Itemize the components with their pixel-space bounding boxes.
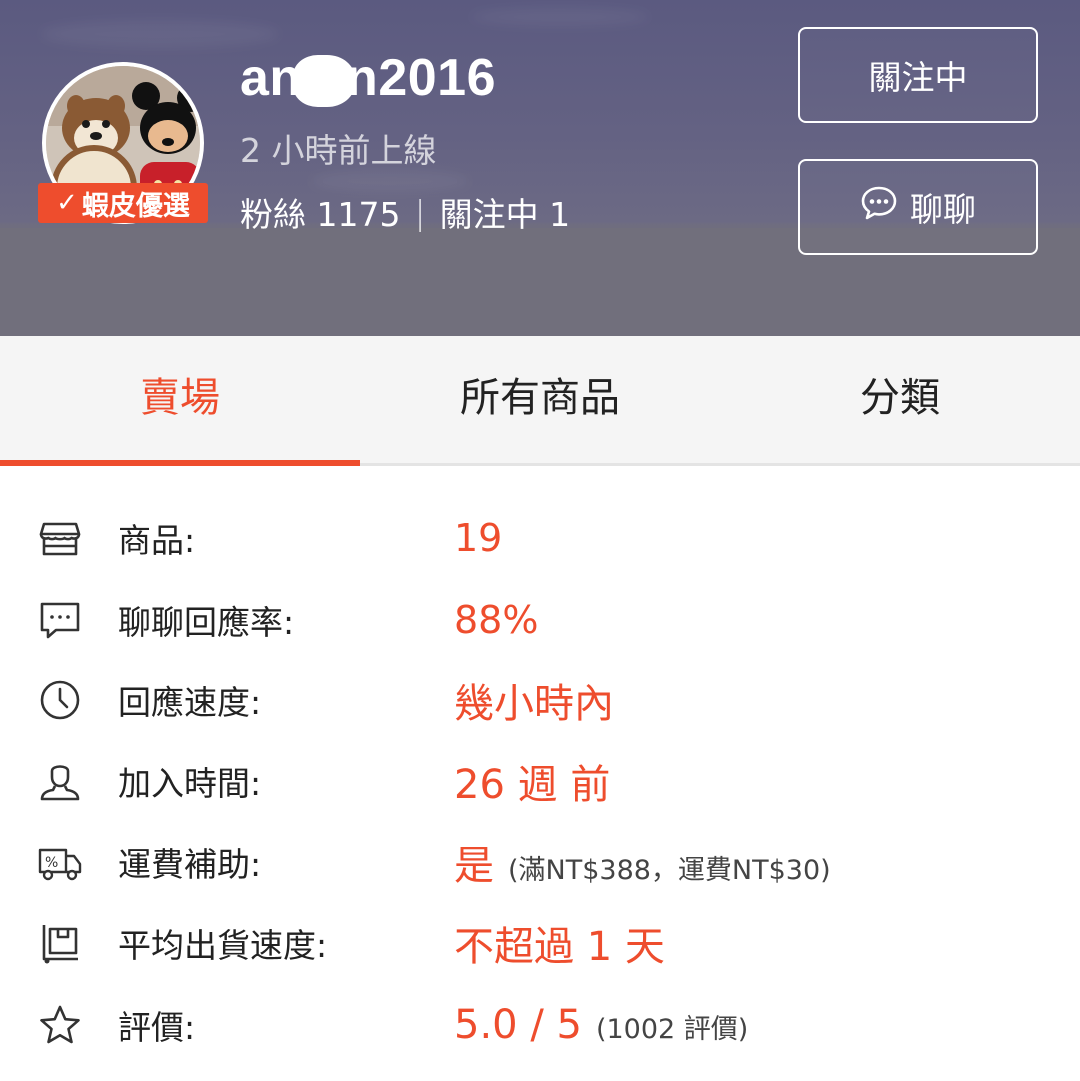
chat-icon	[860, 185, 898, 229]
shop-username: an an2016	[240, 49, 496, 107]
products-value: 19	[454, 516, 503, 560]
user-icon	[38, 759, 82, 803]
badge-label: 蝦皮優選	[81, 190, 190, 222]
following-label: 關注中	[439, 195, 539, 234]
svg-text:%: %	[45, 855, 58, 871]
avg-ship-speed-value: 不超過 1 天	[454, 924, 665, 970]
stats-separator: |	[414, 192, 426, 232]
following-button-label: 關注中	[868, 58, 968, 97]
followers-stat[interactable]: 粉絲 1175	[240, 188, 400, 236]
avg-ship-speed-label: 平均出貨速度:	[118, 926, 328, 965]
rating-label: 評價:	[118, 1008, 196, 1047]
info-row-rating[interactable]: 評價: 5.0 / 5 (1002 評價)	[0, 985, 1080, 1065]
response-speed-value: 幾小時內	[454, 681, 614, 727]
rating-value-group: 5.0 / 5 (1002 評價)	[454, 1002, 748, 1048]
clock-icon	[38, 678, 82, 722]
truck-discount-icon: %	[38, 840, 82, 884]
chat-button[interactable]: 聊聊	[798, 159, 1038, 255]
joined-value: 26 週 前	[454, 762, 611, 808]
info-row-response-speed: 回應速度: 幾小時內	[0, 660, 1080, 740]
rating-count-note: (1002 評價)	[595, 1014, 749, 1045]
tab-shop[interactable]: 賣場	[0, 336, 360, 466]
info-row-shipping-subsidy: % 運費補助: 是 (滿NT$388，運費NT$30)	[0, 822, 1080, 902]
shipping-subsidy-label: 運費補助:	[118, 845, 262, 884]
shop-tabs: 賣場 所有商品 分類	[0, 336, 1080, 466]
info-row-products: 商品: 19	[0, 498, 1080, 578]
joined-label: 加入時間:	[118, 764, 262, 803]
products-label: 商品:	[118, 521, 196, 560]
response-speed-label: 回應速度:	[118, 683, 262, 722]
preferred-seller-badge: ✓ 蝦皮優選	[38, 183, 208, 223]
followers-count: 1175	[316, 195, 401, 234]
package-cart-icon	[38, 921, 82, 965]
followers-label: 粉絲	[240, 195, 306, 234]
tab-all-products[interactable]: 所有商品	[360, 336, 720, 463]
chat-response-rate-value: 88%	[454, 598, 539, 642]
following-count: 1	[549, 195, 571, 234]
shipping-subsidy-value-group: 是 (滿NT$388，運費NT$30)	[454, 833, 831, 891]
background-smudge	[470, 8, 650, 26]
info-row-avg-ship-speed: 平均出貨速度: 不超過 1 天	[0, 903, 1080, 983]
tab-categories[interactable]: 分類	[720, 336, 1080, 463]
rating-value: 5.0 / 5	[454, 1002, 582, 1048]
shipping-subsidy-value: 是	[454, 843, 494, 889]
check-icon: ✓	[56, 188, 78, 218]
follow-stats: 粉絲 1175 | 關注中 1	[240, 188, 570, 236]
chat-response-rate-label: 聊聊回應率:	[118, 603, 295, 642]
following-stat[interactable]: 關注中 1	[440, 188, 571, 236]
shop-header: ✓ 蝦皮優選 an an2016 2 小時前上線 粉絲 1175 | 關注中 1…	[0, 0, 1080, 336]
username-censor-blot	[293, 55, 355, 107]
info-row-chat-response-rate: 聊聊回應率: 88%	[0, 580, 1080, 660]
info-row-joined: 加入時間: 26 週 前	[0, 741, 1080, 821]
star-icon	[38, 1003, 82, 1047]
following-button[interactable]: 關注中	[798, 27, 1038, 123]
online-status: 2 小時前上線	[240, 131, 437, 170]
background-smudge	[40, 20, 280, 48]
shop-icon	[38, 516, 82, 560]
chat-bubble-icon	[38, 598, 82, 642]
shipping-subsidy-note: (滿NT$388，運費NT$30)	[508, 855, 831, 886]
chat-button-label: 聊聊	[910, 190, 976, 229]
